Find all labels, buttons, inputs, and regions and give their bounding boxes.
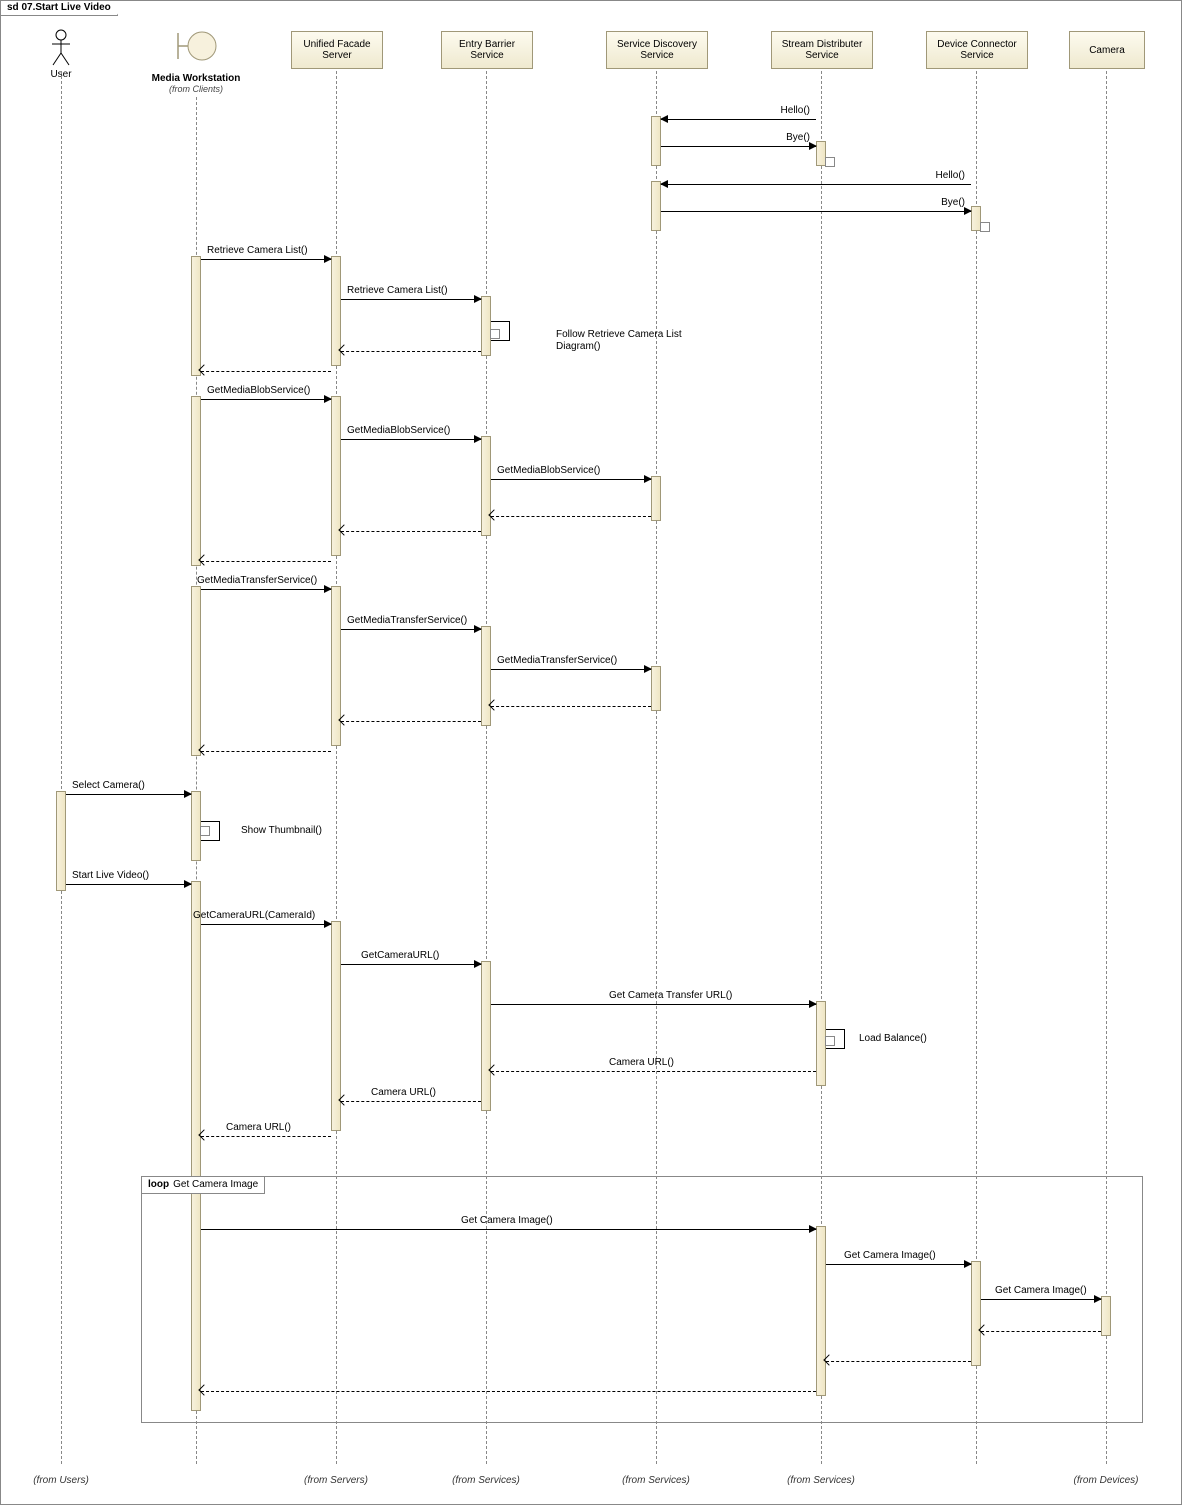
act-media-3 — [191, 586, 201, 756]
dtor-stream-0 — [825, 157, 835, 167]
diagram-title: sd 07.Start Live Video — [1, 1, 118, 16]
act-ebs-2 — [481, 436, 491, 536]
dtor-dcs-0 — [980, 222, 990, 232]
msg-follow-self — [491, 321, 510, 341]
act-sds-3 — [651, 476, 661, 521]
group-services2: (from Services) — [616, 1475, 696, 1486]
act-sds-2 — [651, 181, 661, 231]
msg-follow-label: Follow Retrieve Camera List Diagram() — [556, 329, 686, 353]
loop-op: loop — [148, 1177, 169, 1193]
msg-thumb-label: Show Thumbnail() — [241, 825, 322, 837]
act-ebs-4 — [481, 961, 491, 1111]
group-services3: (from Services) — [781, 1475, 861, 1486]
boundary-icon — [174, 29, 218, 63]
act-ebs-1 — [481, 296, 491, 356]
msg-loadbal-label: Load Balance() — [859, 1033, 927, 1045]
act-media-2 — [191, 396, 201, 566]
participant-dcs: Device Connector Service — [926, 31, 1028, 69]
sequence-diagram: sd 07.Start Live Video User (from Users)… — [0, 0, 1182, 1505]
group-servers: (from Servers) — [296, 1475, 376, 1486]
act-sds-1 — [651, 116, 661, 166]
participant-stream: Stream Distributer Service — [771, 31, 873, 69]
participant-stream-label: Stream Distributer Service — [772, 39, 872, 61]
act-user-1 — [56, 791, 66, 891]
participant-media-label: Media Workstation — [152, 73, 241, 84]
participant-camera: Camera — [1069, 31, 1145, 69]
loop-cond: Get Camera Image — [173, 1177, 258, 1193]
group-users: (from Users) — [21, 1475, 101, 1486]
participant-ebs-label: Entry Barrier Service — [442, 39, 532, 61]
act-media-1 — [191, 256, 201, 376]
participant-media-sub: (from Clients) — [169, 84, 223, 94]
participant-ufs-label: Unified Facade Server — [292, 39, 382, 61]
lifeline-user — [61, 71, 62, 1464]
participant-ufs: Unified Facade Server — [291, 31, 383, 69]
actor-icon — [50, 29, 72, 67]
participant-media — [166, 29, 226, 63]
act-ebs-3 — [481, 626, 491, 726]
participant-sds: Service Discovery Service — [606, 31, 708, 69]
participant-sds-label: Service Discovery Service — [607, 39, 707, 61]
loop-fragment-tab: loop Get Camera Image — [142, 1177, 265, 1194]
diagram-title-text: sd 07.Start Live Video — [7, 2, 111, 13]
participant-ebs: Entry Barrier Service — [441, 31, 533, 69]
msg-loadbal-self — [826, 1029, 845, 1049]
participant-camera-label: Camera — [1070, 45, 1144, 56]
participant-media-labelbox: Media Workstation (from Clients) — [136, 73, 256, 95]
msg-thumb-self — [201, 821, 220, 841]
participant-dcs-label: Device Connector Service — [927, 39, 1027, 61]
group-services1: (from Services) — [446, 1475, 526, 1486]
act-sds-4 — [651, 666, 661, 711]
group-devices: (from Devices) — [1066, 1475, 1146, 1486]
